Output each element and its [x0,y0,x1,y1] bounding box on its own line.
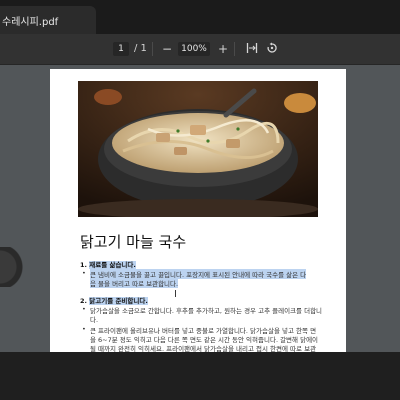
tab-title: 수레시피.pdf [2,17,59,28]
text-line: 다. [90,316,99,324]
document-viewer[interactable]: 닭고기 마늘 국수 1. 재료를 삶습니다. • 큰 냄비에 소금물을 끓고 끓… [0,65,400,352]
text-line-content: 닭가슴살을 소금으로 간합니다. 후추를 추가하고, 원하는 경우 고추 플레이… [90,307,323,315]
fit-page-icon[interactable] [246,34,258,64]
page-total: / 1 [134,43,147,54]
side-edge-decoration [0,247,24,287]
section-2-number: 2. [80,297,87,305]
pdf-toolbar: 1 / 1 − 100% + [0,34,400,65]
title-bar: 수레시피.pdf [0,0,400,34]
zoom-input[interactable]: 100% [178,42,210,56]
section-1-number: 1. [80,261,87,269]
pdf-page: 닭고기 마늘 국수 1. 재료를 삶습니다. • 큰 냄비에 소금물을 끓고 끓… [50,69,346,352]
document-tab[interactable]: 수레시피.pdf [0,6,96,34]
bullet-icon: • [82,325,86,333]
recipe-photo [78,81,318,217]
rotate-icon[interactable] [266,34,278,64]
section-2-title: 닭고기를 준비합니다. [89,297,148,305]
bottom-bar [0,352,400,400]
zoom-in-button[interactable]: + [218,34,228,64]
page-number-input[interactable]: 1 [113,42,129,56]
bullet-icon: • [82,269,86,277]
toolbar-divider [152,42,153,56]
text-line: 닭가슴살을 소금으로 간합니다. 후추를 추가하고, 원하는 경우 고추 플레이… [90,305,322,315]
text-line: 음 물을 버리고 따로 보관합니다. [90,278,179,288]
section-1-heading: 1. 재료를 삶습니다. [80,259,136,269]
text-cursor-icon: I [174,289,177,300]
text-line: 될 때까지 완전히 익히세요. 프라이팬에서 닭가슴살을 내리고 접시 한켠에 … [90,345,317,352]
section-1-title: 재료를 삶습니다. [89,261,136,269]
section-2-heading: 2. 닭고기를 준비합니다. [80,295,148,305]
zoom-out-button[interactable]: − [162,34,172,64]
toolbar-divider [234,42,235,56]
document-title: 닭고기 마늘 국수 [80,233,187,251]
bullet-icon: • [82,305,86,313]
